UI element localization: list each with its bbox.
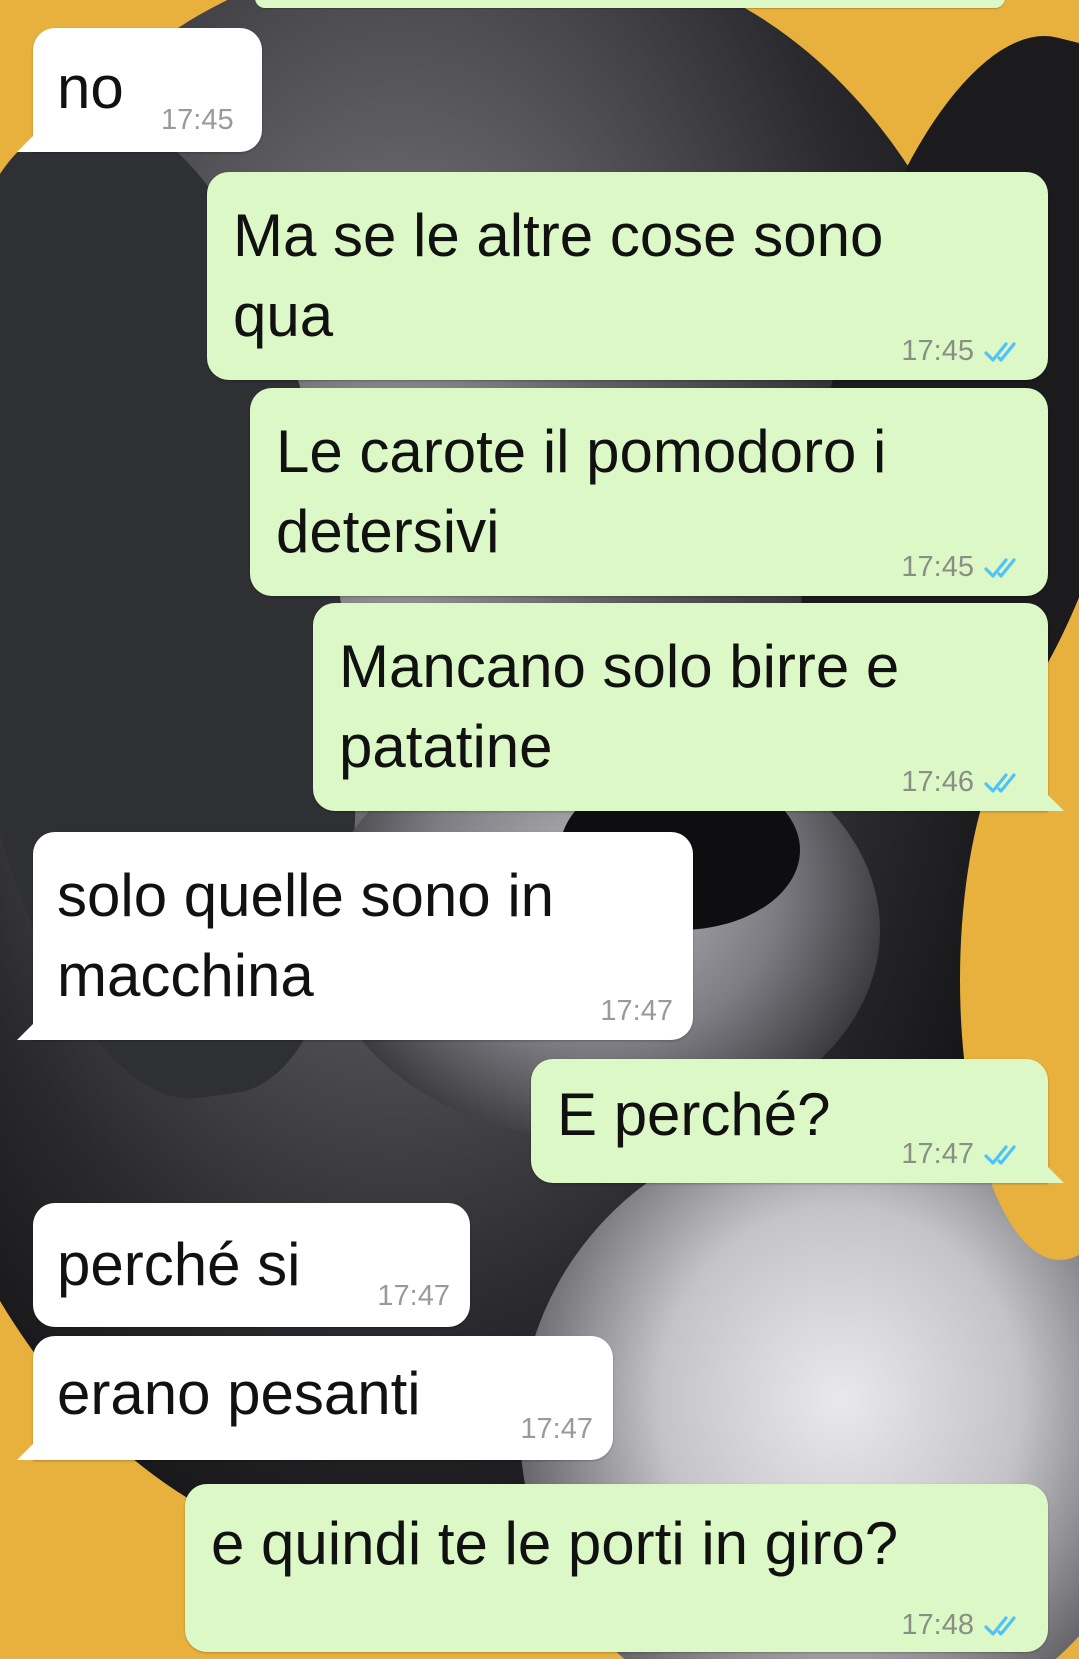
- message-meta: 17:45: [161, 104, 234, 137]
- message-text: no: [57, 54, 124, 121]
- double-check-icon: [984, 1615, 1016, 1636]
- double-check-icon: [984, 772, 1016, 793]
- message-meta: 17:47: [600, 995, 673, 1028]
- double-check-icon: [984, 1144, 1016, 1165]
- outgoing-message[interactable]: Le carote il pomodoro i detersivi 17:45: [250, 388, 1048, 596]
- outgoing-message[interactable]: Ma se le altre cose sono qua 17:45: [207, 172, 1048, 380]
- incoming-message[interactable]: solo quelle sono in macchina 17:47: [17, 832, 693, 1040]
- message-list[interactable]: no 17:45 Ma se le altre cose sono qua 17…: [0, 0, 1079, 1659]
- message-time: 17:48: [901, 1609, 974, 1641]
- message-time: 17:46: [901, 766, 974, 798]
- message-meta: 17:48: [901, 1609, 1028, 1642]
- incoming-message[interactable]: erano pesanti 17:47: [17, 1336, 613, 1460]
- message-time: 17:47: [377, 1280, 450, 1312]
- message-time: 17:47: [520, 1413, 593, 1445]
- double-check-icon: [984, 341, 1016, 362]
- double-check-icon: [984, 557, 1016, 578]
- message-meta: 17:47: [377, 1280, 450, 1313]
- message-text: perché si: [57, 1231, 301, 1298]
- message-text: Ma se le altre cose sono qua: [233, 202, 884, 349]
- message-text: erano pesanti: [57, 1360, 421, 1427]
- message-time: 17:45: [901, 551, 974, 583]
- bubble-tail: [17, 1442, 35, 1460]
- message-text: solo quelle sono in macchina: [57, 862, 555, 1009]
- message-time: 17:47: [600, 995, 673, 1027]
- message-text: E perché?: [557, 1081, 831, 1148]
- message-meta: 17:47: [901, 1138, 1028, 1171]
- message-time: 17:45: [901, 335, 974, 367]
- outgoing-message[interactable]: e quindi te le porti in giro? 17:48: [185, 1484, 1048, 1652]
- bubble-tail: [17, 1022, 35, 1040]
- outgoing-message[interactable]: Mancano solo birre e patatine 17:46: [313, 603, 1064, 811]
- message-meta: 17:46: [901, 766, 1028, 799]
- previous-message-edge[interactable]: [255, 0, 1005, 8]
- message-meta: 17:45: [901, 551, 1028, 584]
- message-text: Le carote il pomodoro i detersivi: [276, 418, 887, 565]
- bubble-tail: [1046, 793, 1064, 811]
- message-text: e quindi te le porti in giro?: [211, 1510, 899, 1577]
- message-time: 17:47: [901, 1138, 974, 1170]
- bubble-tail: [1046, 1165, 1064, 1183]
- message-text: Mancano solo birre e patatine: [339, 633, 900, 780]
- outgoing-message[interactable]: E perché? 17:47: [531, 1059, 1064, 1183]
- message-meta: 17:47: [520, 1413, 593, 1446]
- incoming-message[interactable]: no 17:45: [17, 28, 262, 152]
- bubble-tail: [17, 134, 35, 152]
- message-meta: 17:45: [901, 335, 1028, 368]
- message-time: 17:45: [161, 104, 234, 136]
- incoming-message[interactable]: perché si 17:47: [33, 1203, 470, 1327]
